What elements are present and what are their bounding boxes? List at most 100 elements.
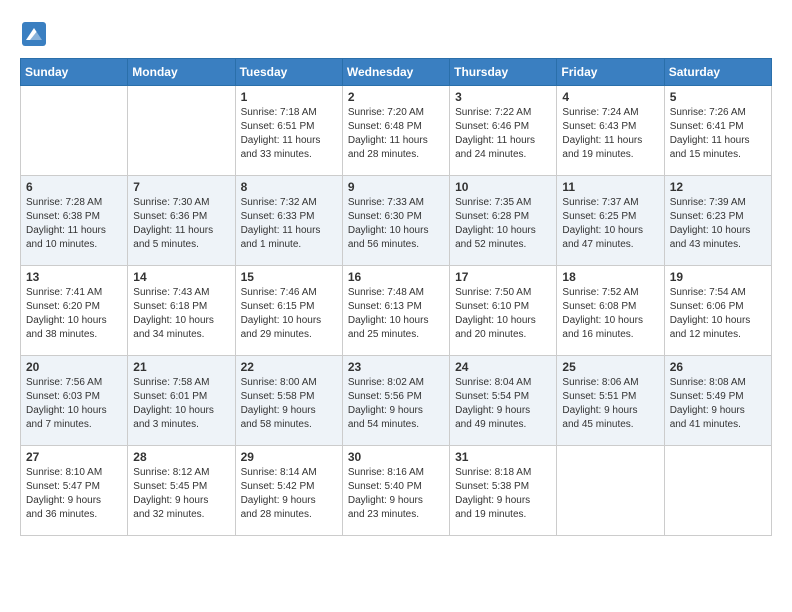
cell-content: Sunrise: 7:32 AM Sunset: 6:33 PM Dayligh…	[241, 196, 337, 252]
cell-content: Sunrise: 8:04 AM Sunset: 5:54 PM Dayligh…	[455, 376, 551, 432]
cell-content: Sunrise: 8:16 AM Sunset: 5:40 PM Dayligh…	[348, 466, 444, 522]
day-number: 28	[133, 450, 229, 464]
calendar-cell: 25 Sunrise: 8:06 AM Sunset: 5:51 PM Dayli…	[557, 356, 664, 446]
cell-content: Sunrise: 7:18 AM Sunset: 6:51 PM Dayligh…	[241, 106, 337, 162]
cell-content: Sunrise: 7:54 AM Sunset: 6:06 PM Dayligh…	[670, 286, 766, 342]
cell-content: Sunrise: 7:37 AM Sunset: 6:25 PM Dayligh…	[562, 196, 658, 252]
day-number: 11	[562, 180, 658, 194]
day-header-thursday: Thursday	[450, 59, 557, 86]
cell-content: Sunrise: 7:35 AM Sunset: 6:28 PM Dayligh…	[455, 196, 551, 252]
calendar-cell: 31Sunrise: 8:18 AM Sunset: 5:38 PM Dayli…	[450, 446, 557, 536]
day-number: 9	[348, 180, 444, 194]
cell-content: Sunrise: 7:33 AM Sunset: 6:30 PM Dayligh…	[348, 196, 444, 252]
day-number: 7	[133, 180, 229, 194]
calendar-cell: 11 Sunrise: 7:37 AM Sunset: 6:25 PM Dayli…	[557, 176, 664, 266]
cell-content: Sunrise: 7:46 AM Sunset: 6:15 PM Dayligh…	[241, 286, 337, 342]
day-number: 30	[348, 450, 444, 464]
calendar-cell	[557, 446, 664, 536]
day-number: 10	[455, 180, 551, 194]
day-header-friday: Friday	[557, 59, 664, 86]
day-number: 26	[670, 360, 766, 374]
calendar-cell: 9 Sunrise: 7:33 AM Sunset: 6:30 PM Daylig…	[342, 176, 449, 266]
calendar-week-row: 1 Sunrise: 7:18 AM Sunset: 6:51 PM Daylig…	[21, 86, 772, 176]
cell-content: Sunrise: 8:08 AM Sunset: 5:49 PM Dayligh…	[670, 376, 766, 432]
calendar-cell: 3 Sunrise: 7:22 AM Sunset: 6:46 PM Daylig…	[450, 86, 557, 176]
day-number: 22	[241, 360, 337, 374]
cell-content: Sunrise: 7:50 AM Sunset: 6:10 PM Dayligh…	[455, 286, 551, 342]
cell-content: Sunrise: 7:22 AM Sunset: 6:46 PM Dayligh…	[455, 106, 551, 162]
calendar-week-row: 20 Sunrise: 7:56 AM Sunset: 6:03 PM Dayli…	[21, 356, 772, 446]
calendar-cell: 18 Sunrise: 7:52 AM Sunset: 6:08 PM Dayli…	[557, 266, 664, 356]
day-number: 27	[26, 450, 122, 464]
day-header-monday: Monday	[128, 59, 235, 86]
day-number: 18	[562, 270, 658, 284]
day-header-wednesday: Wednesday	[342, 59, 449, 86]
calendar-header-row: SundayMondayTuesdayWednesdayThursdayFrid…	[21, 59, 772, 86]
calendar-cell	[21, 86, 128, 176]
day-header-sunday: Sunday	[21, 59, 128, 86]
day-number: 1	[241, 90, 337, 104]
calendar-cell: 10 Sunrise: 7:35 AM Sunset: 6:28 PM Dayli…	[450, 176, 557, 266]
cell-content: Sunrise: 7:58 AM Sunset: 6:01 PM Dayligh…	[133, 376, 229, 432]
calendar-cell: 19 Sunrise: 7:54 AM Sunset: 6:06 PM Dayli…	[664, 266, 771, 356]
calendar-cell: 29 Sunrise: 8:14 AM Sunset: 5:42 PM Dayli…	[235, 446, 342, 536]
day-number: 16	[348, 270, 444, 284]
day-number: 29	[241, 450, 337, 464]
cell-content: Sunrise: 7:48 AM Sunset: 6:13 PM Dayligh…	[348, 286, 444, 342]
calendar-cell: 30 Sunrise: 8:16 AM Sunset: 5:40 PM Dayli…	[342, 446, 449, 536]
calendar-table: SundayMondayTuesdayWednesdayThursdayFrid…	[20, 58, 772, 536]
cell-content: Sunrise: 7:39 AM Sunset: 6:23 PM Dayligh…	[670, 196, 766, 252]
day-number: 24	[455, 360, 551, 374]
cell-content: Sunrise: 7:43 AM Sunset: 6:18 PM Dayligh…	[133, 286, 229, 342]
cell-content: Sunrise: 7:26 AM Sunset: 6:41 PM Dayligh…	[670, 106, 766, 162]
day-number: 8	[241, 180, 337, 194]
cell-content: Sunrise: 8:06 AM Sunset: 5:51 PM Dayligh…	[562, 376, 658, 432]
calendar-cell: 7Sunrise: 7:30 AM Sunset: 6:36 PM Daylig…	[128, 176, 235, 266]
calendar-cell: 13 Sunrise: 7:41 AM Sunset: 6:20 PM Dayli…	[21, 266, 128, 356]
calendar-week-row: 27 Sunrise: 8:10 AM Sunset: 5:47 PM Dayli…	[21, 446, 772, 536]
day-number: 15	[241, 270, 337, 284]
cell-content: Sunrise: 8:00 AM Sunset: 5:58 PM Dayligh…	[241, 376, 337, 432]
day-number: 25	[562, 360, 658, 374]
day-number: 4	[562, 90, 658, 104]
calendar-week-row: 6 Sunrise: 7:28 AM Sunset: 6:38 PM Daylig…	[21, 176, 772, 266]
day-number: 20	[26, 360, 122, 374]
cell-content: Sunrise: 7:20 AM Sunset: 6:48 PM Dayligh…	[348, 106, 444, 162]
calendar-cell: 17 Sunrise: 7:50 AM Sunset: 6:10 PM Dayli…	[450, 266, 557, 356]
day-number: 23	[348, 360, 444, 374]
cell-content: Sunrise: 7:24 AM Sunset: 6:43 PM Dayligh…	[562, 106, 658, 162]
day-number: 21	[133, 360, 229, 374]
day-number: 17	[455, 270, 551, 284]
calendar-week-row: 13 Sunrise: 7:41 AM Sunset: 6:20 PM Dayli…	[21, 266, 772, 356]
day-number: 2	[348, 90, 444, 104]
cell-content: Sunrise: 8:12 AM Sunset: 5:45 PM Dayligh…	[133, 466, 229, 522]
day-number: 14	[133, 270, 229, 284]
cell-content: Sunrise: 8:02 AM Sunset: 5:56 PM Dayligh…	[348, 376, 444, 432]
day-number: 12	[670, 180, 766, 194]
day-number: 13	[26, 270, 122, 284]
cell-content: Sunrise: 7:28 AM Sunset: 6:38 PM Dayligh…	[26, 196, 122, 252]
cell-content: Sunrise: 7:52 AM Sunset: 6:08 PM Dayligh…	[562, 286, 658, 342]
cell-content: Sunrise: 8:14 AM Sunset: 5:42 PM Dayligh…	[241, 466, 337, 522]
calendar-cell: 6 Sunrise: 7:28 AM Sunset: 6:38 PM Daylig…	[21, 176, 128, 266]
calendar-cell: 20 Sunrise: 7:56 AM Sunset: 6:03 PM Dayli…	[21, 356, 128, 446]
cell-content: Sunrise: 7:56 AM Sunset: 6:03 PM Dayligh…	[26, 376, 122, 432]
calendar-cell: 16 Sunrise: 7:48 AM Sunset: 6:13 PM Dayli…	[342, 266, 449, 356]
day-number: 5	[670, 90, 766, 104]
calendar-cell	[664, 446, 771, 536]
cell-content: Sunrise: 7:41 AM Sunset: 6:20 PM Dayligh…	[26, 286, 122, 342]
calendar-cell: 8 Sunrise: 7:32 AM Sunset: 6:33 PM Daylig…	[235, 176, 342, 266]
day-number: 6	[26, 180, 122, 194]
calendar-cell: 15 Sunrise: 7:46 AM Sunset: 6:15 PM Dayli…	[235, 266, 342, 356]
day-number: 19	[670, 270, 766, 284]
day-number: 3	[455, 90, 551, 104]
calendar-cell: 21 Sunrise: 7:58 AM Sunset: 6:01 PM Dayli…	[128, 356, 235, 446]
calendar-cell: 14 Sunrise: 7:43 AM Sunset: 6:18 PM Dayli…	[128, 266, 235, 356]
calendar-cell	[128, 86, 235, 176]
day-header-tuesday: Tuesday	[235, 59, 342, 86]
cell-content: Sunrise: 8:10 AM Sunset: 5:47 PM Dayligh…	[26, 466, 122, 522]
logo-icon	[20, 20, 48, 48]
day-header-saturday: Saturday	[664, 59, 771, 86]
logo	[20, 20, 52, 48]
calendar-cell: 22 Sunrise: 8:00 AM Sunset: 5:58 PM Dayli…	[235, 356, 342, 446]
